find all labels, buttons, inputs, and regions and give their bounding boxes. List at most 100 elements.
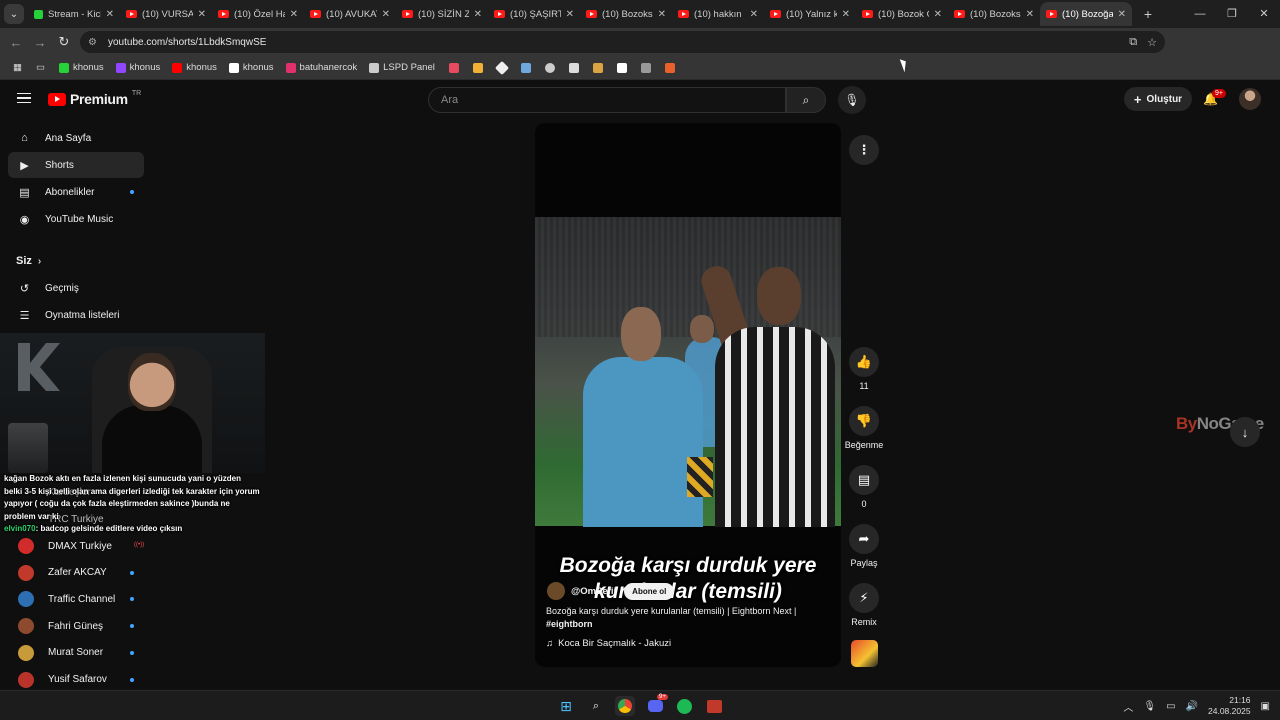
browser-tab[interactable]: (10) Bozoksa ✕ — [580, 2, 672, 26]
share-arrow-icon[interactable]: ➦ — [849, 524, 879, 554]
next-video-button[interactable]: ↓ — [1230, 417, 1260, 447]
site-info-icon[interactable]: ⚙ — [88, 37, 102, 48]
tab-close-icon[interactable]: ✕ — [658, 9, 666, 20]
subscription-item[interactable]: Traffic Channel — [8, 586, 144, 612]
bookmark-misc-icon-10[interactable] — [660, 58, 680, 78]
browser-tab[interactable]: (10) VURSAN ✕ — [120, 2, 212, 26]
thumbs-up-icon[interactable]: 👍 — [849, 347, 879, 377]
browser-tab[interactable]: (10) hakkın ✕ — [672, 2, 764, 26]
bookmark-misc-icon-2[interactable] — [468, 58, 488, 78]
create-button[interactable]: + Oluştur — [1124, 87, 1192, 111]
browser-tab[interactable]: (10) Bozoksa ✕ — [948, 2, 1040, 26]
restore-icon[interactable]: ❐ — [1216, 0, 1248, 28]
voice-search-button[interactable]: 🎙 — [838, 86, 866, 114]
like-action[interactable]: 👍 11 — [838, 347, 890, 391]
bookmark-item[interactable]: khonus — [54, 58, 109, 78]
install-app-icon[interactable]: ⧉ — [1129, 36, 1137, 49]
browser-tab[interactable]: Stream - Kick ✕ — [28, 2, 120, 26]
remix-action[interactable]: ⚡ Remix — [838, 583, 890, 627]
apps-grid-icon[interactable]: ▦ — [8, 58, 27, 78]
subscription-item[interactable]: Murat Soner — [8, 640, 144, 666]
reload-icon[interactable]: ↻ — [52, 34, 76, 50]
network-icon[interactable]: ▭ — [1166, 701, 1175, 712]
tab-close-icon[interactable]: ✕ — [934, 9, 942, 20]
browser-tab[interactable]: (10) SİZİN ZE ✕ — [396, 2, 488, 26]
windows-start-icon[interactable]: ⊞ — [556, 696, 576, 716]
browser-tab[interactable]: (10) Yalnız k ✕ — [764, 2, 856, 26]
minimize-icon[interactable]: — — [1184, 0, 1216, 28]
channel-avatar[interactable] — [547, 582, 565, 600]
browser-tab[interactable]: (10) Bozok G ✕ — [856, 2, 948, 26]
search-taskbar-icon[interactable]: ⌕ — [586, 696, 606, 716]
dislike-action[interactable]: 👎 Beğenme — [838, 406, 890, 450]
search-button[interactable]: ⌕ — [786, 87, 826, 113]
bookmark-item[interactable]: khonus — [224, 58, 279, 78]
bookmark-misc-icon-3[interactable] — [492, 58, 512, 78]
bookmark-item[interactable]: khonus — [111, 58, 166, 78]
subscribe-button[interactable]: Abone ol — [624, 582, 675, 600]
thumbs-down-icon[interactable]: 👎 — [849, 406, 879, 436]
sidebar-item[interactable]: ▤ Abonelikler — [8, 179, 144, 205]
omnibox[interactable]: ⚙ youtube.com/shorts/1LbdkSmqwSE ⧉ ☆ — [80, 31, 1165, 53]
tab-close-icon[interactable]: ✕ — [750, 9, 758, 20]
close-window-icon[interactable]: ✕ — [1248, 0, 1280, 28]
guide-menu-icon[interactable] — [17, 93, 31, 103]
sound-thumbnail[interactable] — [851, 640, 878, 667]
music-row[interactable]: ♫ Koca Bir Saçmalık - Jakuzi — [546, 638, 671, 649]
app-icon[interactable] — [704, 696, 724, 716]
sidebar-item[interactable]: ☰ Oynatma listeleri — [8, 302, 144, 328]
folder-icon[interactable]: ▭ — [31, 58, 50, 78]
browser-tab[interactable]: (10) Bozoğa ✕ — [1040, 2, 1132, 26]
remix-icon[interactable]: ⚡ — [849, 583, 879, 613]
tab-close-icon[interactable]: ✕ — [474, 9, 482, 20]
chrome-icon[interactable] — [615, 696, 635, 716]
back-icon[interactable]: ← — [4, 35, 28, 50]
more-options-button[interactable]: ⋮ — [849, 135, 879, 165]
tray-mic-icon[interactable]: 🎙 — [1143, 701, 1156, 712]
sidebar-item[interactable]: ⌂ Ana Sayfa — [8, 125, 144, 151]
search-input[interactable]: Ara — [428, 87, 786, 113]
subscription-item[interactable]: Zafer AKCAY — [8, 560, 144, 586]
you-section-header[interactable]: Siz › — [16, 255, 41, 267]
sidebar-item[interactable]: ◉ YouTube Music — [8, 206, 144, 232]
tab-close-icon[interactable]: ✕ — [382, 9, 390, 20]
tab-close-icon[interactable]: ✕ — [198, 9, 206, 20]
browser-tab[interactable]: (10) ŞAŞIRTA ✕ — [488, 2, 580, 26]
spotify-icon[interactable] — [674, 696, 694, 716]
browser-tab[interactable]: (10) Özel Ha ✕ — [212, 2, 304, 26]
bookmark-misc-icon-1[interactable] — [444, 58, 464, 78]
bookmark-misc-icon-8[interactable] — [612, 58, 632, 78]
hashtag-link[interactable]: #eightborn — [546, 619, 593, 629]
clock[interactable]: 21:16 24.08.2025 — [1208, 695, 1251, 717]
forward-icon[interactable]: → — [28, 35, 52, 50]
tab-close-icon[interactable]: ✕ — [106, 9, 114, 20]
browser-tab[interactable]: (10) AVUKAT ✕ — [304, 2, 396, 26]
tab-close-icon[interactable]: ✕ — [1026, 9, 1034, 20]
comments-action[interactable]: ▤ 0 — [838, 465, 890, 509]
shorts-player[interactable]: Bozoğa karşı durduk yere kurulanlar (tem… — [535, 123, 841, 667]
video-description[interactable]: Bozoğa karşı durduk yere kurulanlar (tem… — [546, 605, 832, 630]
bookmark-item[interactable]: batuhanercok — [281, 58, 363, 78]
bookmark-item[interactable]: LSPD Panel — [364, 58, 440, 78]
new-tab-icon[interactable]: + — [1138, 6, 1158, 22]
subscription-item[interactable]: Yusif Safarov — [8, 667, 144, 693]
tab-close-icon[interactable]: ✕ — [290, 9, 298, 20]
volume-icon[interactable]: 🔊 — [1186, 701, 1198, 712]
bookmark-misc-icon-5[interactable] — [540, 58, 560, 78]
youtube-logo[interactable]: Premium TR — [48, 90, 141, 107]
subscription-item[interactable]: DMAX Turkiye ((•)) — [8, 533, 144, 559]
tab-close-icon[interactable]: ✕ — [1118, 9, 1126, 20]
sidebar-item[interactable]: ↺ Geçmiş — [8, 275, 144, 301]
tab-close-icon[interactable]: ✕ — [842, 9, 850, 20]
bookmark-misc-icon-7[interactable] — [588, 58, 608, 78]
notification-center-icon[interactable]: ▣ — [1261, 701, 1270, 712]
bookmark-misc-icon-6[interactable] — [564, 58, 584, 78]
bookmark-misc-icon-4[interactable] — [516, 58, 536, 78]
tab-search-icon[interactable]: ⌄ — [4, 4, 24, 24]
share-action[interactable]: ➦ Paylaş — [838, 524, 890, 568]
bookmark-misc-icon-9[interactable] — [636, 58, 656, 78]
sidebar-item[interactable]: ▶ Shorts — [8, 152, 144, 178]
tray-chevron-icon[interactable]: ︿ — [1123, 699, 1133, 714]
tab-close-icon[interactable]: ✕ — [566, 9, 574, 20]
channel-handle[interactable]: @OmSefii — [571, 586, 616, 597]
